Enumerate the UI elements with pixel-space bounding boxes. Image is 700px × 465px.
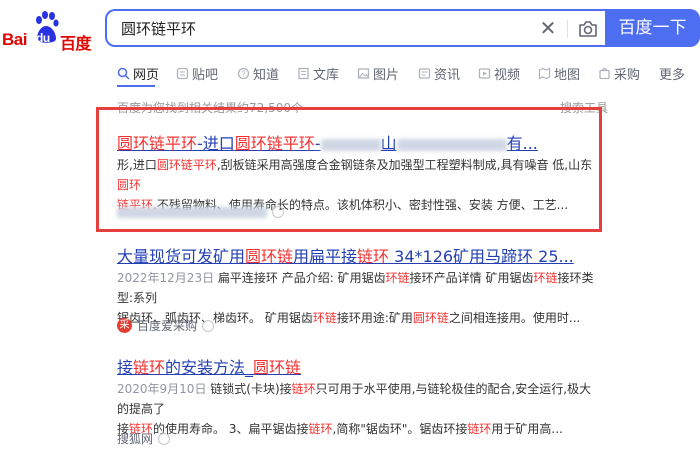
tab-purchase[interactable]: 采购 [598,60,640,86]
blurred-url [117,206,267,218]
tab-label: 网页 [133,67,160,83]
result-source[interactable] [117,206,284,218]
shield-icon [158,432,171,445]
logo-du-text: du [36,31,50,45]
abstract-line: 形,进口圆环链平环,刮板链采用高强度合金钢链条及加强型工程塑料制成,具有噪音 低… [117,158,593,192]
result-date: 2020年9月10日 [117,382,207,396]
search-box: ✕ [105,9,605,47]
tab-zhidao[interactable]: ? 知道 [237,60,279,86]
abstract-line: 2020年9月10日 链锁式(卡块)接链环只可用于水平使用,与链轮极佳的配合,安… [117,382,592,416]
news-icon [418,67,431,79]
tab-wenku[interactable]: 文库 [297,60,339,86]
tab-label: 更多 [659,67,686,83]
result-title[interactable]: 圆环链平环-进口圆环链平环- 山有... [117,130,538,154]
search-tabs: 网页 贴吧 ? 知道 文库 图片 资讯 视频 地图 采购 更多 [0,60,700,86]
map-icon [538,67,551,79]
image-icon [357,67,370,79]
search-button[interactable]: 百度一下 [605,9,700,47]
search-icon [117,67,130,80]
cart-icon [599,67,610,79]
clear-icon[interactable]: ✕ [537,17,559,39]
abstract-line: 接链环的使用寿命。 3、扁平锯齿接链环,简称"锯齿环"。锯齿环接链环用于矿用高.… [117,422,563,436]
svg-text:?: ? [241,69,246,78]
tab-video[interactable]: 视频 [478,60,520,86]
active-tab-indicator [117,85,155,87]
shield-icon [202,319,215,332]
divider [567,20,568,38]
question-icon: ? [237,67,250,79]
tab-label: 图片 [373,67,400,83]
logo-bai-text: Bai [2,30,27,49]
video-icon [478,67,491,79]
tieba-icon [176,67,189,79]
search-input[interactable] [119,18,503,38]
tab-images[interactable]: 图片 [357,60,399,86]
baidu-logo[interactable]: Bai du 百度 [0,10,100,53]
tab-web[interactable]: 网页 [117,60,159,86]
result-title[interactable]: 大量现货可发矿用圆环链用扁平接链环 34*126矿用马蹄环 25... [117,243,574,267]
result-abstract: 2020年9月10日 链锁式(卡块)接链环只可用于水平使用,与链轮极佳的配合,安… [117,379,597,439]
tab-more[interactable]: 更多 [659,60,685,86]
tab-label: 地图 [554,67,581,83]
source-name: 搜狐网 [117,432,154,446]
tab-label: 视频 [494,67,521,83]
tab-label: 知道 [253,67,280,83]
source-logo-icon: 采 [117,318,132,333]
tab-map[interactable]: 地图 [538,60,580,86]
tab-label: 资讯 [434,67,461,83]
source-name: 百度爱采购 [137,319,198,333]
tab-label: 采购 [614,67,641,83]
shield-icon [272,206,284,218]
result-source[interactable]: 搜狐网 [117,430,171,447]
camera-icon[interactable] [576,17,600,41]
doc-icon [298,67,309,79]
result-title[interactable]: 接链环的安装方法_圆环链 [117,354,301,378]
result-date: 2022年12月23日 [117,271,215,285]
abstract-line: 2022年12月23日 扁平连接环 产品介绍: 矿用锯齿环链接环产品详情 矿用锯… [117,271,594,305]
logo-baidu-cn: 百度 [60,36,92,53]
tab-tieba[interactable]: 贴吧 [176,60,218,86]
tab-label: 文库 [313,67,340,83]
tab-label: 贴吧 [192,67,219,83]
tab-news[interactable]: 资讯 [418,60,460,86]
result-source[interactable]: 采 百度爱采购 [117,317,215,334]
